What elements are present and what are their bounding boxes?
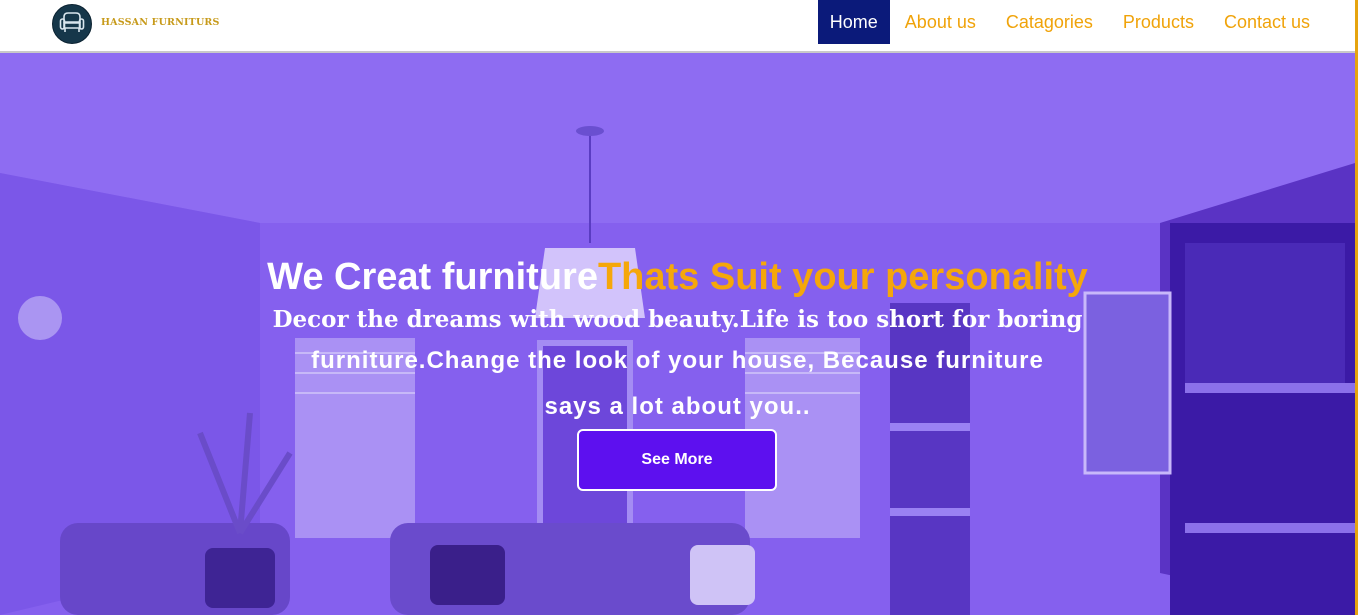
see-more-button[interactable]: See More	[577, 429, 777, 491]
hero-tagline-line-1: Decor the dreams with wood beauty.Life i…	[272, 306, 1083, 333]
armchair-icon	[58, 10, 86, 39]
hero-tagline-line-3: says a lot about you..	[544, 393, 811, 420]
nav-products[interactable]: Products	[1108, 0, 1209, 44]
brand-logo[interactable]	[52, 4, 92, 44]
brand-name[interactable]: HASSAN FURNITURS	[101, 17, 220, 28]
main-nav: Home About us Catagories Products Contac…	[817, 0, 1325, 44]
hero-headline: We Creat furnitureThats Suit your person…	[0, 255, 1355, 299]
nav-contact-us[interactable]: Contact us	[1209, 0, 1325, 44]
headline-white-part: We Creat furniture	[267, 256, 598, 298]
nav-catagories[interactable]: Catagories	[991, 0, 1108, 44]
hero-tagline-line-2: furniture.Change the look of your house,…	[311, 347, 1044, 374]
nav-about-us[interactable]: About us	[890, 0, 991, 44]
hero-section: We Creat furnitureThats Suit your person…	[0, 53, 1355, 615]
top-navbar: HASSAN FURNITURS Home About us Catagorie…	[0, 0, 1358, 53]
nav-home[interactable]: Home	[817, 0, 890, 44]
headline-accent-part: Thats Suit your personality	[597, 256, 1088, 298]
